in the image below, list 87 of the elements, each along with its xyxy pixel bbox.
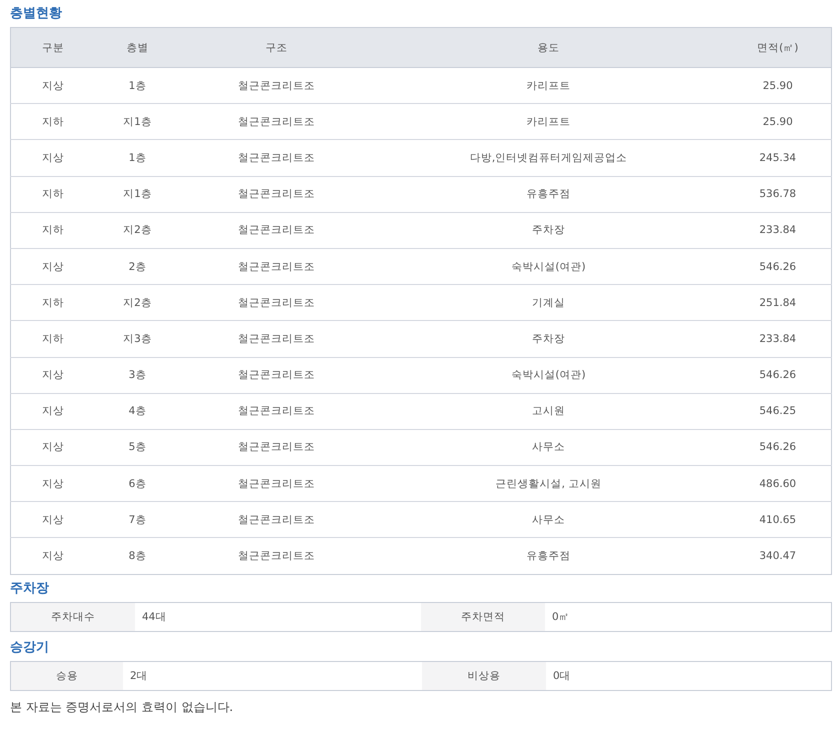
table-cell: 지2층 (94, 284, 180, 321)
table-cell: 철근콘크리트조 (180, 538, 372, 574)
table-cell: 고시원 (372, 393, 724, 430)
table-cell: 지하 (10, 104, 94, 140)
table-cell: 2층 (94, 248, 180, 285)
field-value: 0㎡ (551, 610, 571, 625)
table-cell: 철근콘크리트조 (180, 248, 372, 285)
table-cell: 233.84 (724, 320, 832, 357)
field-label: 주차면적 (421, 602, 545, 631)
table-cell: 철근콘크리트조 (180, 104, 372, 140)
table-cell: 1층 (94, 68, 180, 104)
field-label: 승용 (11, 662, 123, 690)
column-header: 용도 (372, 28, 724, 68)
table-cell: 지상 (10, 502, 94, 538)
table-cell: 철근콘크리트조 (180, 466, 372, 502)
table-cell: 다방,인터넷컴퓨터게임제공업소 (372, 140, 724, 176)
table-cell: 철근콘크리트조 (180, 140, 372, 176)
table-cell: 546.26 (724, 357, 832, 394)
table-cell: 철근콘크리트조 (180, 176, 372, 212)
table-cell: 7층 (94, 502, 180, 538)
table-cell: 근린생활시설, 고시원 (372, 466, 724, 502)
table-cell: 철근콘크리트조 (180, 212, 372, 248)
field-value: 2대 (129, 668, 149, 684)
table-cell: 철근콘크리트조 (180, 393, 372, 430)
table-cell: 지1층 (94, 104, 180, 140)
table-cell: 카리프트 (372, 104, 724, 140)
table-cell: 233.84 (724, 212, 832, 248)
table-cell: 기계실 (372, 284, 724, 321)
table-cell: 546.26 (724, 429, 832, 466)
table-cell: 4층 (94, 393, 180, 430)
table-cell: 546.26 (724, 248, 832, 285)
notice-text: 본 자료는 증명서로서의 효력이 없습니다. (10, 698, 234, 716)
table-cell: 지상 (10, 140, 94, 176)
table-cell: 25.90 (724, 68, 832, 104)
table-cell: 지상 (10, 357, 94, 394)
table-cell: 지상 (10, 393, 94, 430)
table-cell: 지3층 (94, 320, 180, 357)
column-header: 구분 (10, 28, 94, 68)
table-cell: 1층 (94, 140, 180, 176)
table-cell: 철근콘크리트조 (180, 502, 372, 538)
table-cell: 지하 (10, 176, 94, 212)
column-header: 구조 (180, 28, 372, 68)
table-cell: 지상 (10, 248, 94, 285)
table-cell: 245.34 (724, 140, 832, 176)
table-cell: 지2층 (94, 212, 180, 248)
table-cell: 철근콘크리트조 (180, 68, 372, 104)
table-cell: 546.25 (724, 393, 832, 430)
table-cell: 철근콘크리트조 (180, 284, 372, 321)
field-label: 비상용 (422, 662, 546, 690)
table-cell: 철근콘크리트조 (180, 320, 372, 357)
table-cell: 주차장 (372, 212, 724, 248)
table-cell: 숙박시설(여관) (372, 248, 724, 285)
table-cell: 숙박시설(여관) (372, 357, 724, 394)
table-cell: 340.47 (724, 538, 832, 574)
table-cell: 유흥주점 (372, 176, 724, 212)
table-cell: 지하 (10, 320, 94, 357)
table-cell: 536.78 (724, 176, 832, 212)
table-cell: 주차장 (372, 320, 724, 357)
table-cell: 6층 (94, 466, 180, 502)
table-cell: 철근콘크리트조 (180, 357, 372, 394)
table-cell: 지상 (10, 68, 94, 104)
table-cell: 5층 (94, 429, 180, 466)
field-value: 44대 (141, 610, 168, 625)
table-cell: 지상 (10, 538, 94, 574)
column-header: 층별 (94, 28, 180, 68)
table-cell: 지하 (10, 212, 94, 248)
table-cell: 410.65 (724, 502, 832, 538)
table-cell: 8층 (94, 538, 180, 574)
table-cell: 철근콘크리트조 (180, 429, 372, 466)
column-header: 면적(㎡) (724, 28, 832, 68)
table-cell: 카리프트 (372, 68, 724, 104)
field-label: 주차대수 (11, 602, 135, 631)
table-cell: 지하 (10, 284, 94, 321)
table-cell: 유흥주점 (372, 538, 724, 574)
section-title: 주차장 (10, 580, 50, 598)
table-cell: 사무소 (372, 429, 724, 466)
table-cell: 지상 (10, 466, 94, 502)
table-cell: 지상 (10, 429, 94, 466)
section-title: 승강기 (10, 638, 50, 657)
table-cell: 251.84 (724, 284, 832, 321)
field-value: 0대 (552, 668, 572, 684)
table-cell: 486.60 (724, 466, 832, 502)
table-cell: 25.90 (724, 104, 832, 140)
section-title: 층별현황 (10, 5, 63, 23)
table-cell: 3층 (94, 357, 180, 394)
table-cell: 지1층 (94, 176, 180, 212)
table-cell: 사무소 (372, 502, 724, 538)
